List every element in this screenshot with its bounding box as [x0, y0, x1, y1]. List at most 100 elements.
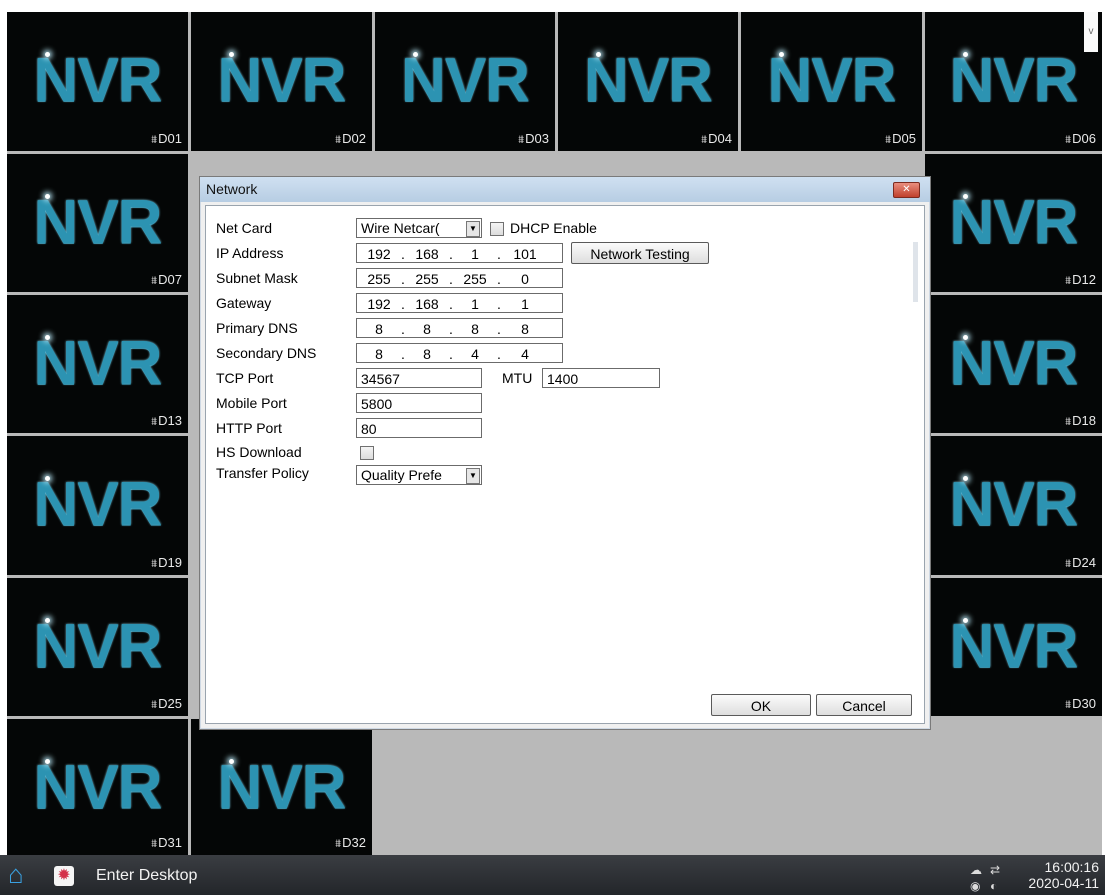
network-testing-button[interactable]: Network Testing: [571, 242, 709, 264]
gateway-field[interactable]: 192. 168. 1. 1: [356, 293, 563, 313]
primary-dns-field[interactable]: 8.8.8.8: [356, 318, 563, 338]
nvr-logo: NVR: [217, 46, 347, 115]
ip-octet[interactable]: 255: [409, 269, 445, 287]
sparkle-icon: [229, 52, 234, 57]
ip-octet[interactable]: 8: [361, 344, 397, 362]
camera-tile-d06[interactable]: NVR ⩩D06: [925, 12, 1102, 151]
http-port-field[interactable]: 80: [356, 418, 482, 438]
secondary-dns-field[interactable]: 8.8.4.4: [356, 343, 563, 363]
ip-dot: .: [497, 271, 501, 287]
ip-octet[interactable]: 168: [409, 244, 445, 262]
camera-tile-d03[interactable]: NVR ⩩D03: [375, 12, 555, 151]
channel-id: D24: [1072, 555, 1096, 570]
settings-icon[interactable]: ◉: [970, 879, 980, 893]
ip-octet[interactable]: 192: [361, 244, 397, 262]
camera-tile-d04[interactable]: NVR ⩩D04: [558, 12, 738, 151]
net-card-select[interactable]: Wire Netcar( ▼: [356, 218, 482, 238]
ip-dot: .: [401, 296, 405, 312]
channel-id: D25: [158, 696, 182, 711]
ip-octet[interactable]: 8: [409, 319, 445, 337]
gear-icon[interactable]: ✹: [54, 866, 74, 886]
dialog-titlebar[interactable]: Network ✕: [200, 177, 930, 202]
camera-tile-d05[interactable]: NVR ⩩D05: [741, 12, 922, 151]
ip-octet[interactable]: 192: [361, 294, 397, 312]
ip-octet[interactable]: 4: [457, 344, 493, 362]
hs-download-checkbox[interactable]: [360, 446, 374, 460]
sparkle-icon: [963, 618, 968, 623]
subnet-mask-row: Subnet Mask 255. 255. 255. 0: [216, 268, 816, 290]
channel-label: ⩩D06: [1065, 131, 1096, 147]
camera-tile-d25[interactable]: NVR ⩩D25: [7, 578, 188, 716]
camera-tile-d13[interactable]: NVR ⩩D13: [7, 295, 188, 433]
ip-octet[interactable]: 4: [505, 344, 545, 362]
ip-dot: .: [497, 296, 501, 312]
nvr-logo: NVR: [33, 46, 163, 115]
ip-address-label: IP Address: [216, 245, 284, 261]
cloud-icon[interactable]: ☁: [970, 863, 982, 877]
sparkle-icon: [963, 52, 968, 57]
ip-octet[interactable]: 1: [505, 294, 545, 312]
ip-address-field[interactable]: 192. 168. 1. 101: [356, 243, 563, 263]
channel-id: D18: [1072, 413, 1096, 428]
mtu-label: MTU: [502, 370, 533, 386]
network-icon[interactable]: ⇄: [990, 863, 1000, 877]
camera-tile-d01[interactable]: NVR ⩩D01: [7, 12, 188, 151]
camera-tile-d12[interactable]: NVR ⩩D12: [925, 154, 1102, 292]
transfer-policy-select[interactable]: Quality Prefe ▼: [356, 465, 482, 485]
ip-octet[interactable]: 1: [457, 294, 493, 312]
ip-octet[interactable]: 255: [457, 269, 493, 287]
channel-id: D06: [1072, 131, 1096, 146]
sparkle-icon: [45, 194, 50, 199]
channel-id: D19: [158, 555, 182, 570]
subnet-mask-field[interactable]: 255. 255. 255. 0: [356, 268, 563, 288]
sparkle-icon: [45, 52, 50, 57]
camera-icon: ⩩: [1065, 416, 1072, 428]
channel-label: ⩩D25: [151, 696, 182, 712]
nvr-logo: NVR: [949, 612, 1079, 681]
hs-download-label: HS Download: [216, 444, 302, 460]
ip-octet[interactable]: 8: [457, 319, 493, 337]
ip-octet[interactable]: 101: [505, 244, 545, 262]
camera-tile-d02[interactable]: NVR ⩩D02: [191, 12, 372, 151]
camera-tile-d18[interactable]: NVR ⩩D18: [925, 295, 1102, 433]
camera-tile-d31[interactable]: NVR ⩩D31: [7, 719, 188, 855]
speaker-icon[interactable]: ◐: [990, 879, 997, 893]
camera-icon: ⩩: [151, 275, 158, 287]
channel-label: ⩩D31: [151, 835, 182, 851]
channel-id: D12: [1072, 272, 1096, 287]
chevron-down-icon[interactable]: ▼: [466, 221, 480, 237]
enter-desktop-button[interactable]: Enter Desktop: [96, 867, 197, 885]
ip-octet[interactable]: 168: [409, 294, 445, 312]
ip-octet[interactable]: 255: [361, 269, 397, 287]
nvr-logo: NVR: [33, 753, 163, 822]
ip-octet[interactable]: 8: [361, 319, 397, 337]
mobile-port-field[interactable]: 5800: [356, 393, 482, 413]
camera-tile-d32[interactable]: NVR ⩩D32: [191, 719, 372, 855]
camera-tile-d24[interactable]: NVR ⩩D24: [925, 436, 1102, 575]
http-port-label: HTTP Port: [216, 420, 282, 436]
ip-octet[interactable]: 8: [505, 319, 545, 337]
nvr-logo: NVR: [401, 46, 530, 115]
mtu-field[interactable]: 1400: [542, 368, 660, 388]
ip-octet[interactable]: 0: [505, 269, 545, 287]
camera-tile-d07[interactable]: NVR ⩩D07: [7, 154, 188, 292]
chevron-down-icon[interactable]: v: [1084, 12, 1098, 52]
ip-octet[interactable]: 1: [457, 244, 493, 262]
close-icon[interactable]: ✕: [893, 182, 920, 198]
camera-tile-d19[interactable]: NVR ⩩D19: [7, 436, 188, 575]
ok-button[interactable]: OK: [711, 694, 811, 716]
chevron-down-icon[interactable]: ▼: [466, 468, 480, 484]
ip-octet[interactable]: 8: [409, 344, 445, 362]
camera-icon: ⩩: [1065, 699, 1072, 711]
clock: 16:00:16 2020-04-11: [1028, 859, 1099, 891]
tcp-port-field[interactable]: 34567: [356, 368, 482, 388]
cancel-button[interactable]: Cancel: [816, 694, 912, 716]
nvr-logo: NVR: [33, 470, 163, 539]
dhcp-checkbox[interactable]: [490, 222, 504, 236]
home-icon[interactable]: ⌂: [8, 861, 36, 889]
camera-tile-d30[interactable]: NVR ⩩D30: [925, 578, 1102, 716]
gateway-row: Gateway 192. 168. 1. 1: [216, 293, 816, 315]
sparkle-icon: [779, 52, 784, 57]
channel-id: D30: [1072, 696, 1096, 711]
channel-label: ⩩D03: [518, 131, 549, 147]
